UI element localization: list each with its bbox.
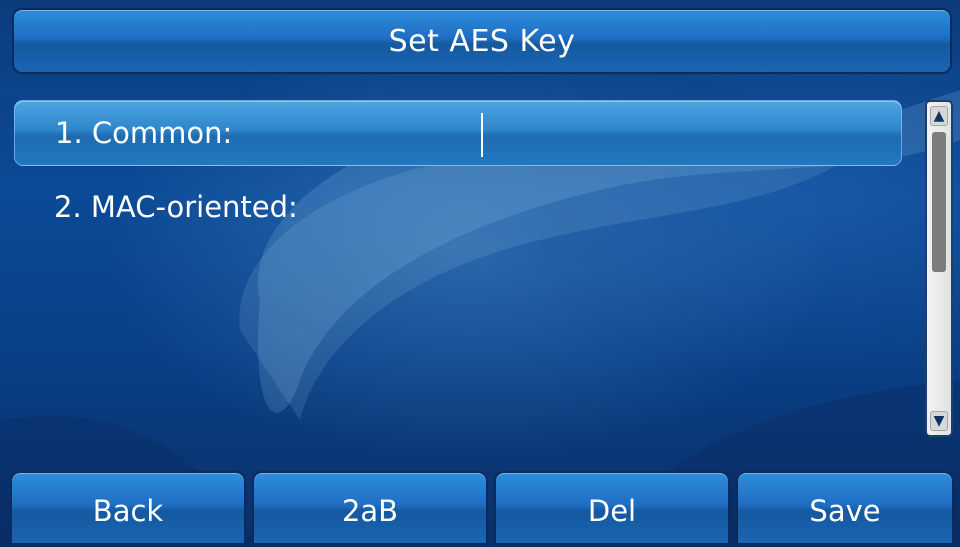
title-bar: Set AES Key bbox=[12, 8, 952, 74]
softkey-bar: Back 2aB Del Save bbox=[10, 471, 954, 547]
text-cursor[interactable] bbox=[481, 113, 483, 157]
delete-button[interactable]: Del bbox=[494, 471, 730, 545]
arrow-down-icon[interactable]: ▼ bbox=[930, 411, 948, 431]
phone-screen: Set AES Key 1. Common: 2. MAC-oriented: … bbox=[0, 0, 960, 547]
back-button[interactable]: Back bbox=[10, 471, 246, 545]
save-button[interactable]: Save bbox=[736, 471, 954, 545]
background-swirl bbox=[0, 90, 960, 547]
scrollbar[interactable]: ▲ ▼ bbox=[925, 100, 953, 437]
menu-item-label: 1. Common: bbox=[55, 116, 233, 150]
menu-item-mac-oriented[interactable]: 2. MAC-oriented: bbox=[14, 174, 902, 240]
page-title: Set AES Key bbox=[388, 23, 576, 59]
menu-item-label: 2. MAC-oriented: bbox=[54, 190, 298, 224]
arrow-up-icon[interactable]: ▲ bbox=[930, 106, 948, 126]
input-mode-button[interactable]: 2aB bbox=[252, 471, 488, 545]
scroll-thumb[interactable] bbox=[932, 132, 946, 272]
menu-item-common[interactable]: 1. Common: bbox=[14, 100, 902, 166]
